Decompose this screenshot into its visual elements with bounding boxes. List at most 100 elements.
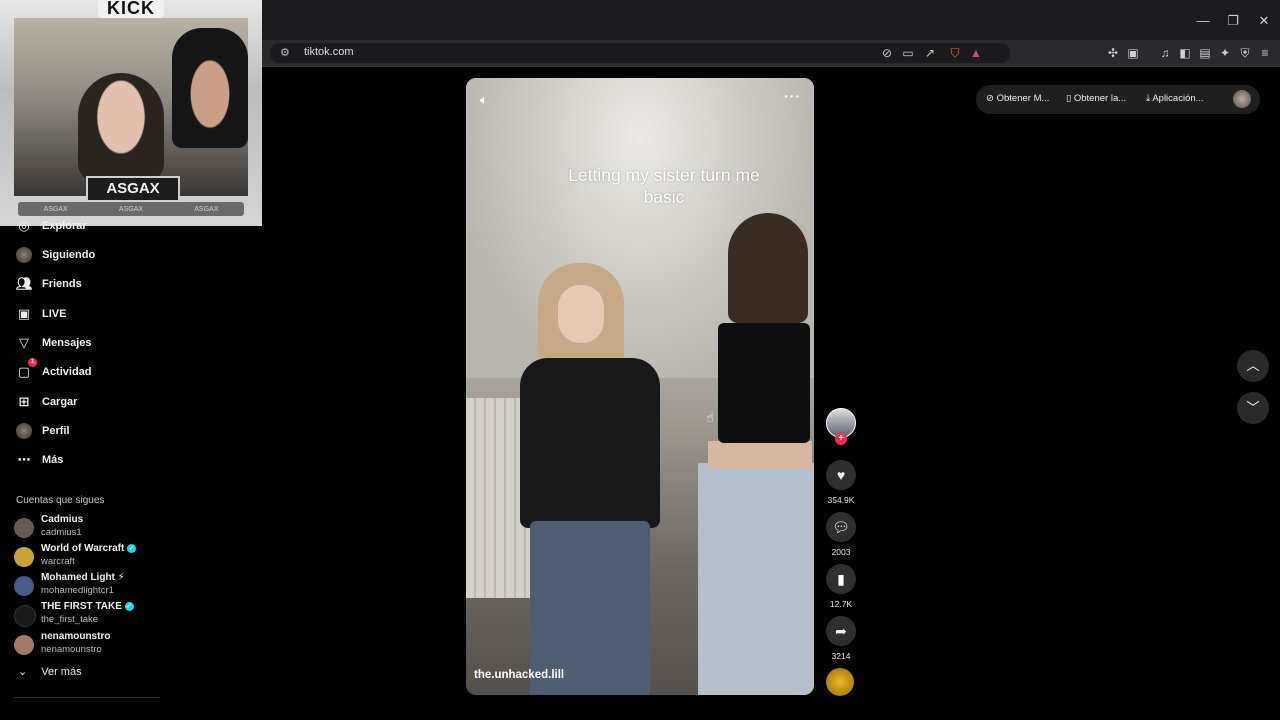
chevron-up-icon: ︿ <box>1246 358 1260 373</box>
following-account[interactable]: Cadmius cadmius1 <box>14 514 164 542</box>
share-icon[interactable]: ↗ <box>922 45 938 61</box>
site-settings-icon[interactable]: ⚙ <box>280 46 290 59</box>
guest-figure <box>78 73 164 183</box>
nav-perfil[interactable]: Perfil <box>16 420 70 442</box>
like-count: 354.9K <box>827 495 855 505</box>
social-handle: ASGAX <box>194 205 219 213</box>
social-handle: ASGAX <box>118 205 144 213</box>
more-options-icon[interactable]: ··· <box>784 88 801 104</box>
live-icon: ▣ <box>17 306 31 321</box>
nav-label: LIVE <box>42 308 67 320</box>
notification-badge: 1 <box>28 358 37 367</box>
nav-label: Explorar <box>42 220 87 232</box>
heart-icon[interactable]: ♥ <box>826 460 856 490</box>
avatar <box>14 547 34 567</box>
follow-plus-icon[interactable]: + <box>835 433 847 445</box>
url-field[interactable]: ⚙ tiktok.com <box>270 43 1010 63</box>
nav-friends[interactable]: 👥︎ Friends <box>16 273 82 295</box>
comment-icon[interactable]: 💬︎ <box>826 512 856 542</box>
share-count: 3214 <box>831 651 851 661</box>
sidebar-icon[interactable]: ◧ <box>1177 45 1193 61</box>
mouse-cursor-icon: ☝︎ <box>706 410 714 425</box>
nav-mensajes[interactable]: ▽ Mensajes <box>16 332 92 354</box>
tab-search-icon[interactable]: ▣ <box>1125 45 1141 61</box>
video-caption-overlay: Letting my sister turn me basic <box>568 165 760 207</box>
avatar <box>14 605 36 627</box>
comment-count: 2003 <box>831 547 851 557</box>
account-name: World of Warcraft ✓ <box>41 543 137 554</box>
plus-square-icon: ⊞ <box>18 394 30 409</box>
video-player[interactable]: Letting my sister turn me basic 🔈︎ ··· ☝… <box>466 78 814 695</box>
following-title: Cuentas que sigues <box>16 495 105 506</box>
nav-cargar[interactable]: ⊞ Cargar <box>16 391 78 413</box>
vpn-icon[interactable]: ⛨ <box>1237 45 1253 61</box>
nav-label: Mensajes <box>42 337 92 349</box>
account-handle: warcraft <box>41 556 75 567</box>
music-disc-icon[interactable] <box>826 668 854 696</box>
next-video-button[interactable]: ﹀ <box>1237 392 1269 424</box>
see-more-button[interactable]: ⌄ Ver más <box>18 665 82 679</box>
chevron-down-icon: ⌄ <box>18 666 28 678</box>
avatar <box>14 518 34 538</box>
cast-icon[interactable]: ▭ <box>900 45 916 61</box>
restore-icon[interactable]: ❐ <box>1218 14 1248 28</box>
bookmark-icon[interactable]: ▮ <box>826 564 856 594</box>
extensions-icon[interactable]: ✣ <box>1105 45 1121 61</box>
verified-icon: ✓ <box>127 543 137 553</box>
nav-label: Perfil <box>42 425 70 437</box>
friends-icon: 👥︎ <box>16 276 33 291</box>
wallet-icon[interactable]: ▤ <box>1197 45 1213 61</box>
account-name: Mohamed Light ⚡ <box>41 572 125 583</box>
url-text[interactable]: tiktok.com <box>304 46 354 58</box>
following-account[interactable]: THE FIRST TAKE ✓ the_first_take <box>14 601 164 629</box>
video-person-left <box>500 263 670 695</box>
stream-overlay: KICK ASGAX ASGAX ASGAX ASGAX <box>0 0 262 226</box>
share-arrow-icon[interactable]: ➦ <box>826 616 856 646</box>
kick-logo: KICK <box>98 0 164 18</box>
avatar <box>14 635 34 655</box>
nav-siguiendo[interactable]: Siguiendo <box>16 244 95 266</box>
video-username[interactable]: the.unhacked.lill <box>474 669 564 681</box>
account-handle: nenamounstro <box>41 644 102 655</box>
social-handle: ASGAX <box>43 205 68 213</box>
rewards-icon[interactable]: ▲ <box>968 45 984 61</box>
sidebar-divider <box>14 697 160 698</box>
nav-actividad[interactable]: ▢ 1 Actividad <box>16 358 92 383</box>
account-handle: the_first_take <box>41 614 99 625</box>
nav-label: Friends <box>42 278 82 290</box>
following-account[interactable]: World of Warcraft ✓ warcraft <box>14 543 164 571</box>
no-translate-icon[interactable]: ⊘ <box>879 45 895 61</box>
brave-shield-icon[interactable]: ⛉ <box>947 45 963 61</box>
nav-mas[interactable]: ⋯ Más <box>16 449 64 471</box>
nav-label: Siguiendo <box>42 249 96 261</box>
save-action: ▮ 12.7K <box>824 564 858 609</box>
avatar <box>16 247 32 263</box>
save-count: 12.7K <box>829 599 853 609</box>
get-app-button[interactable]: ▯ Obtener la... <box>1066 93 1126 104</box>
previous-video-button[interactable]: ︿ <box>1237 350 1269 382</box>
ai-icon[interactable]: ✦ <box>1217 45 1233 61</box>
see-more-label: Ver más <box>41 665 82 678</box>
minimize-icon[interactable]: — <box>1188 14 1218 28</box>
profile-avatar[interactable] <box>1233 90 1251 108</box>
nav-label: Más <box>42 454 64 466</box>
following-account[interactable]: nenamounstro nenamounstro <box>14 631 164 659</box>
compass-icon: ◎ <box>18 218 30 233</box>
comment-action: 💬︎ 2003 <box>824 512 858 557</box>
account-handle: mohamedlightcr1 <box>41 585 114 596</box>
nav-live[interactable]: ▣ LIVE <box>16 303 67 325</box>
get-coins-button[interactable]: ⊘ Obtener M... <box>986 93 1049 104</box>
menu-icon[interactable]: ≡ <box>1257 45 1273 61</box>
send-icon: ▽ <box>19 335 29 350</box>
nav-label: Cargar <box>42 396 78 408</box>
following-account[interactable]: Mohamed Light ⚡ mohamedlightcr1 <box>14 572 164 600</box>
volume-icon[interactable]: 🔈︎ <box>480 92 488 108</box>
address-bar: ⚙ tiktok.com ⊘ ▭ ↗ ⛉ ▲ ✣ ▣ ♫ ◧ ▤ ✦ ⛨ ≡ <box>262 40 1280 67</box>
avatar <box>16 423 32 439</box>
more-icon: ⋯ <box>17 452 31 467</box>
download-app-button[interactable]: ⤓ Aplicación... <box>1146 93 1204 104</box>
media-icon[interactable]: ♫ <box>1157 45 1173 61</box>
streamer-figure <box>172 28 248 148</box>
nav-explorar[interactable]: ◎ Explorar <box>16 215 87 237</box>
close-icon[interactable]: ✕ <box>1249 14 1279 28</box>
